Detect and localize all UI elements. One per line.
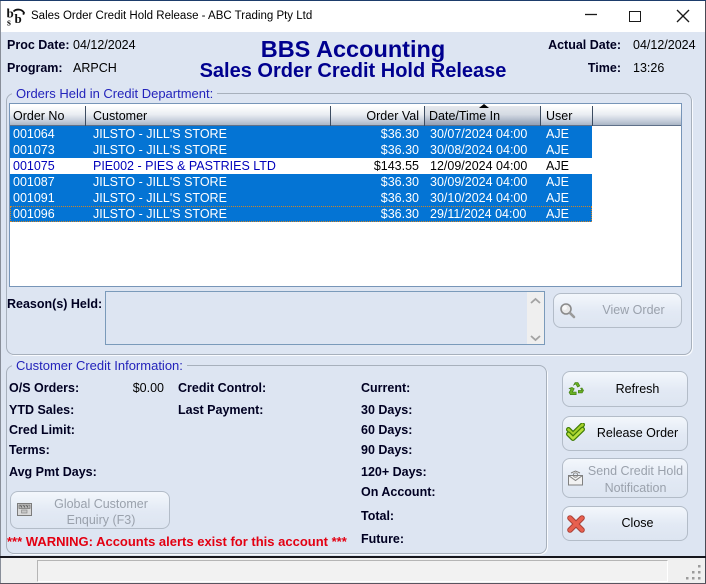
svg-text:s: s bbox=[7, 18, 11, 28]
svg-text:b: b bbox=[15, 11, 22, 26]
